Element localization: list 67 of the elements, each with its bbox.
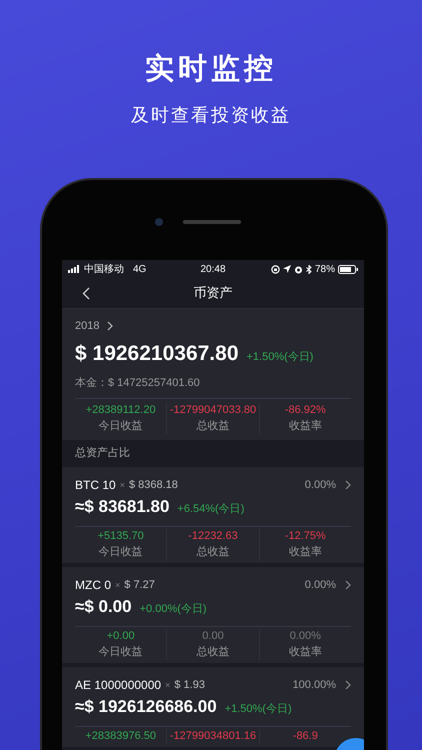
back-icon[interactable] [82, 287, 90, 300]
location-icon [282, 265, 291, 273]
asset-price: $ 1.93 [174, 679, 205, 691]
daily-change: +6.54%(今日) [177, 502, 244, 516]
multiply-sign: × [165, 680, 170, 690]
asset-name: AE 1000000000 [75, 678, 162, 692]
alarm-icon [294, 264, 303, 274]
battery-percent: 78% [314, 264, 335, 274]
total-amount: $ 1926210367.80 [75, 342, 238, 366]
network-type: 4G [133, 264, 146, 274]
stat-value: -12.75% [284, 529, 326, 544]
speaker-grille [183, 220, 241, 224]
year-selector[interactable]: 2018 [75, 320, 100, 332]
asset-value: ≈$ 83681.80 [75, 497, 170, 517]
stat-label: 总收益 [196, 645, 230, 660]
screen-title: 币资产 [194, 284, 232, 302]
stat-label: 今日收益 [98, 645, 143, 660]
stat-value: +28389112.20 [86, 403, 156, 418]
lock-rotation-icon [270, 264, 280, 274]
battery-icon [338, 264, 358, 274]
stat-value: -86.92% [284, 403, 326, 418]
stat-value: 0.00% [290, 629, 321, 644]
multiply-sign: × [120, 480, 125, 490]
chevron-icon [345, 480, 351, 490]
bluetooth-icon [306, 264, 312, 274]
stat-label: 总收益 [196, 545, 230, 560]
stat-value: +0.00 [106, 629, 135, 644]
asset-name: MZC 0 [75, 578, 111, 592]
stat-label: 总收益 [196, 419, 230, 434]
stat-label: 今日收益 [98, 545, 143, 560]
asset-card[interactable]: MZC 0 × $ 7.27 0.00% ≈$ 0.00 +0.00%(今日) +0.00 今日收益 0.00 总收益 0.00% 收益率 [62, 567, 364, 663]
asset-share: 100.00% [292, 679, 336, 691]
chevron-icon [345, 580, 351, 590]
headline: 实时监控 [145, 50, 277, 86]
stat-value: -12799047033.80 [170, 403, 256, 418]
signal-icon [68, 265, 81, 273]
stat-value: 0.00 [202, 629, 224, 644]
asset-share: 0.00% [304, 479, 336, 491]
multiply-sign: × [115, 580, 120, 590]
stat-label: 收益率 [288, 418, 322, 434]
daily-change: +1.50%(今日) [224, 702, 292, 716]
asset-share: 0.00% [304, 579, 336, 591]
status-time: 20:48 [200, 264, 226, 274]
chevron-icon [345, 680, 351, 690]
section-header: 总资产占比 [74, 446, 131, 461]
principal-amount: 本金：$ 14725257401.60 [75, 376, 201, 391]
asset-value: ≈$ 0.00 [75, 597, 132, 617]
stat-label: 今日收益 [98, 419, 143, 434]
stat-value: -86.9 [292, 729, 318, 744]
stat-value: -12232.63 [188, 529, 238, 544]
stat-label: 收益率 [288, 644, 322, 660]
subheadline: 及时查看投资收益 [131, 104, 291, 128]
carrier-name: 中国移动 [84, 262, 124, 276]
asset-price: $ 7.27 [124, 579, 155, 591]
stat-value: +5135.70 [98, 529, 144, 544]
daily-change: +1.50%(今日) [246, 350, 314, 364]
asset-name: BTC 10 [75, 478, 116, 492]
stat-value: +28383976.50 [85, 729, 156, 744]
daily-change: +0.00%(今日) [140, 602, 207, 616]
chevron-icon[interactable] [107, 321, 114, 331]
asset-card[interactable]: AE 1000000000 × $ 1.93 100.00% ≈$ 1926126686.00 +1.50%(今日) +28383976.50 -12799034801.16 -86.9 [62, 667, 364, 747]
asset-price: $ 8368.18 [128, 479, 178, 491]
asset-value: ≈$ 1926126686.00 [75, 697, 217, 717]
camera-dot [155, 218, 163, 226]
asset-card[interactable]: BTC 10 × $ 8368.18 0.00% ≈$ 83681.80 +6.54%(今日) +5135.70 今日收益 -12232.63 总收益 -12.75% 收益率 [62, 467, 364, 563]
stat-value: -12799034801.16 [170, 729, 256, 744]
stat-label: 收益率 [288, 544, 322, 560]
